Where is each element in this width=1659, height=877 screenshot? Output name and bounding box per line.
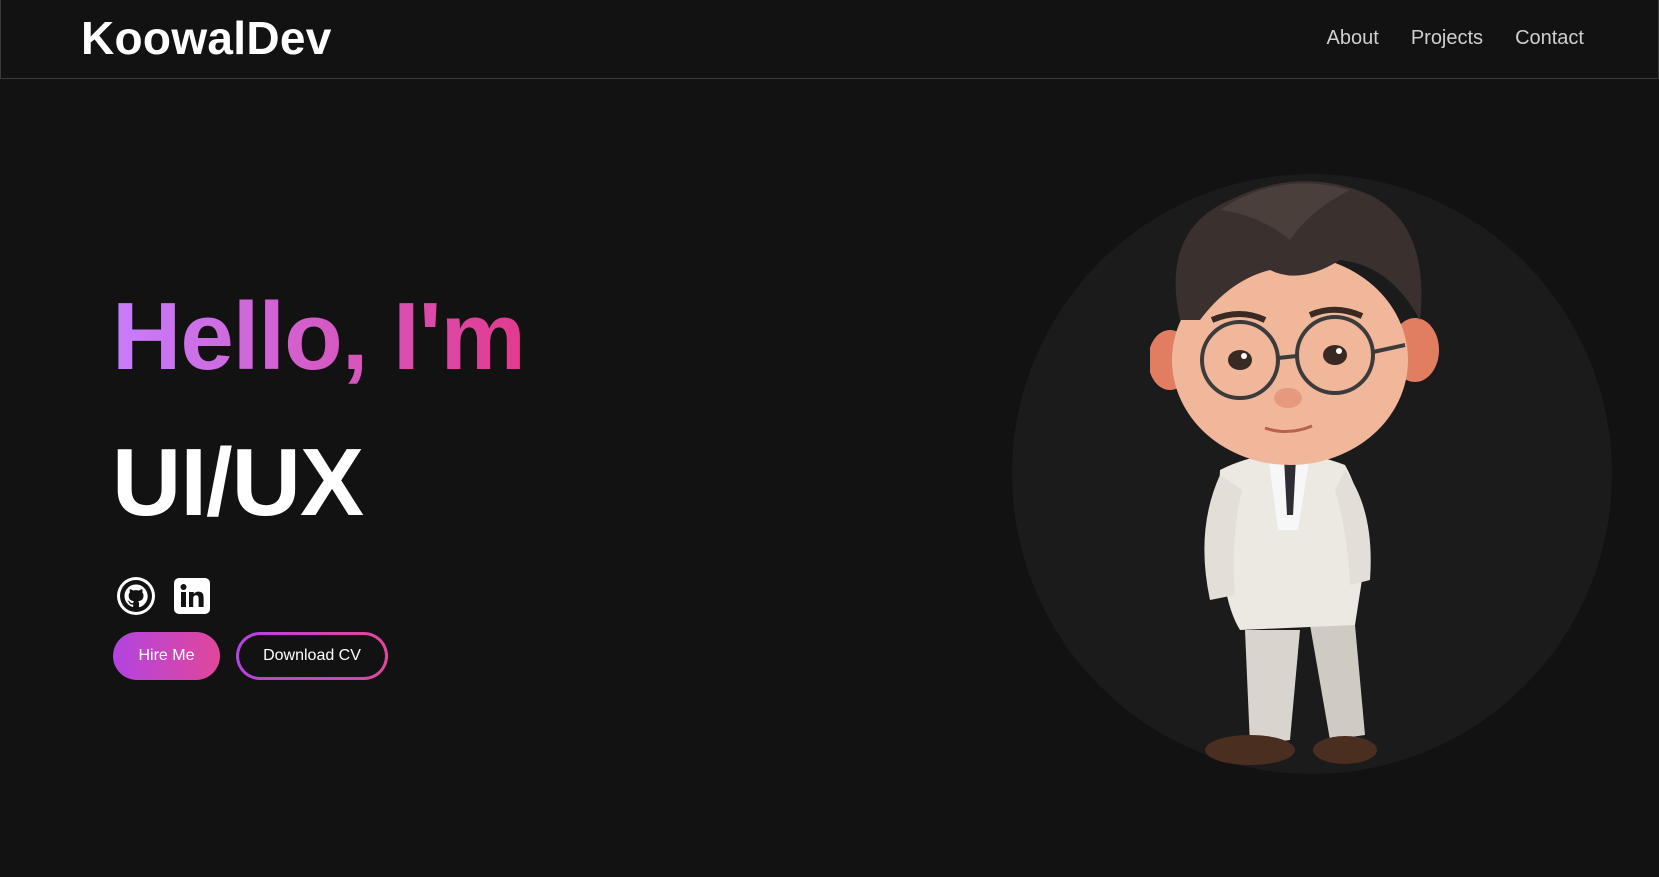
- hire-me-button[interactable]: Hire Me: [113, 632, 220, 680]
- hero-actions: Hire Me Download CV: [113, 632, 388, 680]
- nav-link-contact[interactable]: Contact: [1515, 24, 1584, 52]
- page: KoowalDev About Projects Contact Hello, …: [0, 0, 1659, 877]
- hero-role: UI/UX: [112, 429, 364, 536]
- linkedin-icon[interactable]: [172, 576, 212, 616]
- site-logo[interactable]: KoowalDev: [81, 10, 332, 66]
- top-navbar: KoowalDev About Projects Contact: [0, 0, 1659, 79]
- avatar-illustration: [1150, 181, 1439, 765]
- download-cv-label: Download CV: [239, 635, 385, 677]
- nav-link-projects[interactable]: Projects: [1411, 24, 1483, 52]
- main-nav: About Projects Contact: [1327, 24, 1584, 52]
- github-icon[interactable]: [116, 576, 156, 616]
- social-links: [116, 576, 212, 616]
- download-cv-button[interactable]: Download CV: [236, 632, 388, 680]
- nav-link-about[interactable]: About: [1327, 24, 1379, 52]
- hero-greeting: Hello, I'm: [112, 283, 526, 390]
